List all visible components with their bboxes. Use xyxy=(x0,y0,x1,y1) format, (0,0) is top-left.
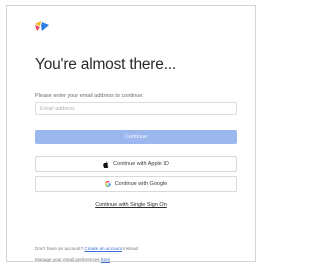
single-sign-on-link[interactable]: Continue with Single Sign On xyxy=(7,202,255,208)
manage-prefix-text: Manage your email preferences xyxy=(35,257,100,262)
email-field[interactable] xyxy=(35,102,237,115)
login-card: You're almost there... Please enter your… xyxy=(6,5,256,262)
logo-red-shape xyxy=(35,25,40,31)
page-title: You're almost there... xyxy=(35,56,177,73)
create-account-link[interactable]: Create an account xyxy=(84,246,122,251)
email-preferences-footer: Manage your email preferences here xyxy=(35,257,110,262)
signup-footer: Don't have an account? Create an account… xyxy=(35,246,138,251)
google-button-label: Continue with Google xyxy=(114,181,168,187)
logo-blue-shape xyxy=(41,22,49,31)
continue-button[interactable]: Continue xyxy=(35,130,237,144)
google-icon xyxy=(104,181,111,187)
signup-suffix-text: instead xyxy=(123,246,139,251)
continue-with-apple-button[interactable]: Continue with Apple ID xyxy=(35,156,237,172)
logo-yellow-shape xyxy=(35,21,41,26)
app-logo-icon xyxy=(35,21,49,31)
signup-prefix-text: Don't have an account? xyxy=(35,246,84,251)
apple-button-label: Continue with Apple ID xyxy=(113,161,169,167)
continue-with-google-button[interactable]: Continue with Google xyxy=(35,176,237,192)
email-preferences-link[interactable]: here xyxy=(101,257,110,262)
apple-icon xyxy=(103,160,109,168)
email-prompt-label: Please enter your email address to conti… xyxy=(35,93,144,99)
